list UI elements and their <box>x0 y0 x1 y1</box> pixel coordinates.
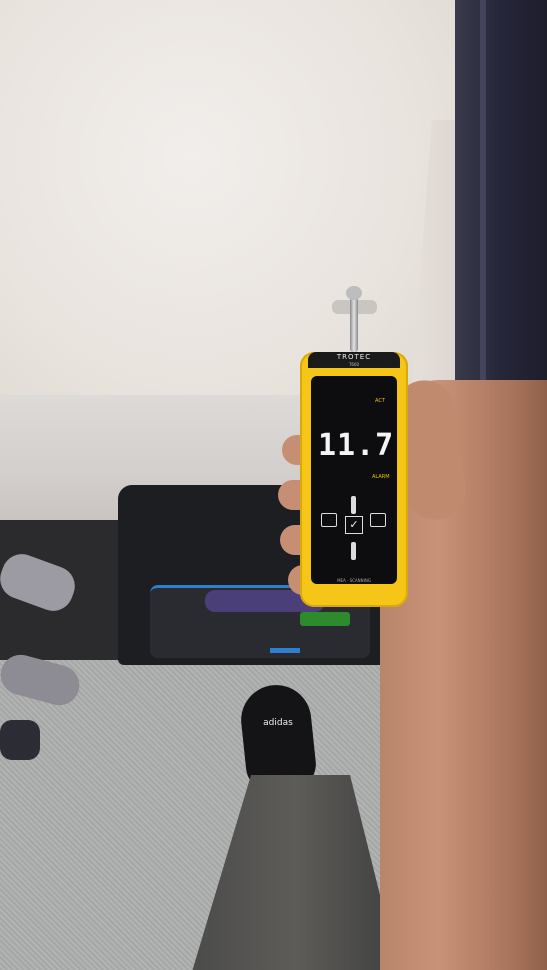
meter-reading: 11.7 <box>318 428 395 463</box>
down-button[interactable] <box>351 542 356 560</box>
probe-ball <box>346 286 362 300</box>
bag-green-item <box>300 612 350 626</box>
sock-dark <box>0 720 40 760</box>
bag-tag <box>270 648 300 653</box>
shoe-logo: adidas <box>263 718 293 728</box>
up-button[interactable] <box>351 496 356 514</box>
status-label: ALARM <box>372 474 390 480</box>
meter-footer-label: MEA · SCANNING <box>337 578 371 583</box>
photo-scene: adidas TROTEC T660 ACT 11.7 ALARM ✓ MEA … <box>0 0 547 970</box>
back-button[interactable] <box>370 513 386 527</box>
ok-check-button[interactable]: ✓ <box>345 516 363 534</box>
mode-label: ACT <box>375 398 385 404</box>
meter-model: T660 <box>348 362 360 367</box>
menu-button[interactable] <box>321 513 337 527</box>
meter-brand: TROTEC <box>336 353 372 361</box>
